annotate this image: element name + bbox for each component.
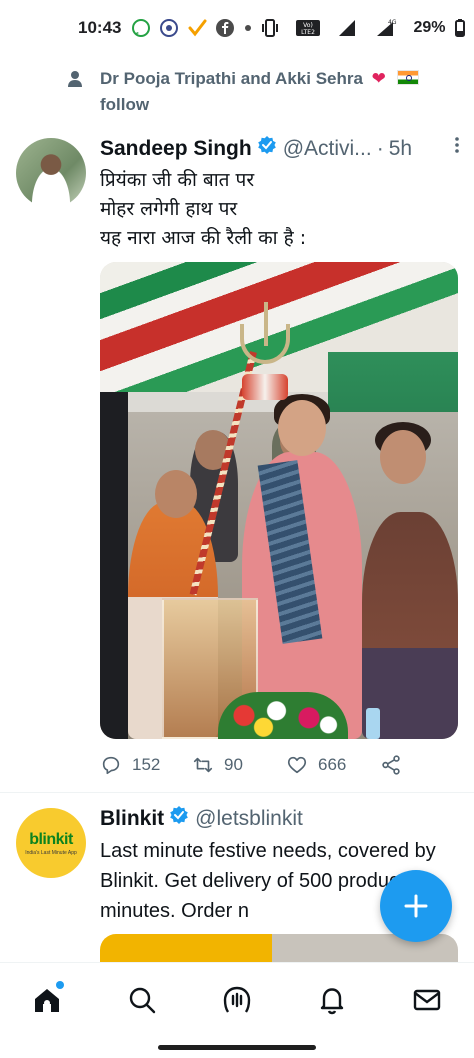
like-button[interactable]: 666	[286, 754, 346, 776]
bottom-navigation	[0, 962, 474, 1038]
share-icon	[382, 755, 400, 775]
more-options-icon[interactable]	[454, 134, 460, 164]
battery-percent: 29%	[413, 19, 446, 36]
verified-badge-icon	[257, 134, 277, 154]
photo-person	[362, 512, 458, 739]
reply-icon	[102, 756, 120, 775]
tweet[interactable]: Sandeep Singh @Activi... · 5h प्रियंका ज…	[0, 130, 474, 790]
author-name[interactable]: Blinkit	[100, 804, 164, 834]
tweet-actions: 152 90 666	[100, 750, 400, 780]
plus-icon	[404, 894, 428, 918]
spaces-icon	[223, 986, 251, 1013]
tweet-header: Blinkit @letsblinkit	[100, 804, 460, 834]
volte-icon: Vo) LTE2	[295, 18, 321, 38]
messages-icon	[413, 989, 441, 1011]
signal-4g-icon: 4G	[375, 18, 397, 38]
person-icon	[66, 70, 84, 88]
verified-badge-icon	[169, 804, 189, 824]
app-notification-icon	[159, 18, 179, 38]
nav-home[interactable]	[32, 981, 64, 1015]
retweet-count: 90	[224, 755, 243, 774]
tweet-divider	[0, 792, 474, 793]
home-icon	[35, 989, 59, 1012]
photo-person-head	[155, 470, 197, 518]
whatsapp-icon	[131, 18, 151, 38]
svg-text:Vo): Vo)	[304, 22, 314, 29]
avatar[interactable]	[16, 138, 86, 208]
heart-emoji: ❤	[371, 69, 386, 88]
tweet-photo[interactable]	[100, 262, 458, 739]
share-button[interactable]	[380, 754, 412, 776]
nav-spaces[interactable]	[222, 985, 252, 1015]
social-context-follow: follow	[100, 95, 150, 114]
tweet-text: प्रियंका जी की बात पर मोहर लगेगी हाथ पर …	[100, 166, 458, 253]
search-icon	[129, 987, 156, 1014]
social-context[interactable]: Dr Pooja Tripathi and Akki Sehra ❤ follo…	[0, 66, 474, 118]
nav-notifications[interactable]	[317, 985, 347, 1015]
nav-search[interactable]	[127, 985, 157, 1015]
tweet-text-line: प्रियंका जी की बात पर	[100, 169, 255, 191]
status-bar: 10:43 Vo) LTE2 4G 29%	[0, 0, 474, 56]
tweet-header: Sandeep Singh @Activi... · 5h	[100, 134, 460, 164]
photo-person	[100, 392, 128, 739]
avatar[interactable]: blinkit India's Last Minute App	[16, 808, 86, 878]
facebook-icon	[215, 18, 235, 38]
blinkit-tagline: India's Last Minute App	[25, 849, 77, 856]
tweet-text-line: यह नारा आज की रैली का है :	[100, 227, 307, 249]
reply-button[interactable]: 152	[100, 754, 160, 776]
social-context-text: Dr Pooja Tripathi and Akki Sehra	[100, 69, 363, 88]
like-count: 666	[318, 755, 347, 774]
photo-bottle	[366, 708, 380, 739]
photo-flowers	[218, 692, 348, 739]
author-handle[interactable]: @letsblinkit	[195, 804, 303, 834]
tweet-text-line: मोहर लगेगी हाथ पर	[100, 198, 238, 220]
author-handle[interactable]: @Activi...	[283, 134, 372, 164]
svg-text:4G: 4G	[388, 19, 397, 26]
heart-icon	[287, 756, 307, 774]
blinkit-logo: blinkit	[29, 830, 73, 848]
vibrate-icon	[261, 18, 279, 38]
photo-person-head	[380, 430, 426, 484]
author-name[interactable]: Sandeep Singh	[100, 134, 252, 164]
tweet-time: 5h	[388, 137, 413, 160]
nav-messages[interactable]	[412, 985, 442, 1015]
reply-count: 152	[132, 755, 161, 774]
battery-icon	[454, 18, 466, 38]
compose-tweet-button[interactable]	[380, 870, 452, 942]
checkmark-icon	[187, 18, 207, 38]
svg-text:LTE2: LTE2	[302, 29, 316, 36]
gesture-bar[interactable]	[158, 1045, 316, 1050]
photo-person-head	[278, 400, 326, 456]
retweet-icon	[193, 757, 213, 773]
retweet-button[interactable]: 90	[192, 754, 243, 776]
dot-icon	[243, 23, 253, 33]
new-content-dot	[56, 981, 64, 989]
photo-trident-tip	[264, 302, 268, 346]
india-flag-emoji	[396, 70, 419, 85]
notifications-icon	[320, 988, 344, 1015]
status-time: 10:43	[78, 18, 122, 37]
photo-drum	[242, 374, 288, 400]
signal-icon	[337, 18, 359, 38]
separator: ·	[376, 137, 384, 160]
